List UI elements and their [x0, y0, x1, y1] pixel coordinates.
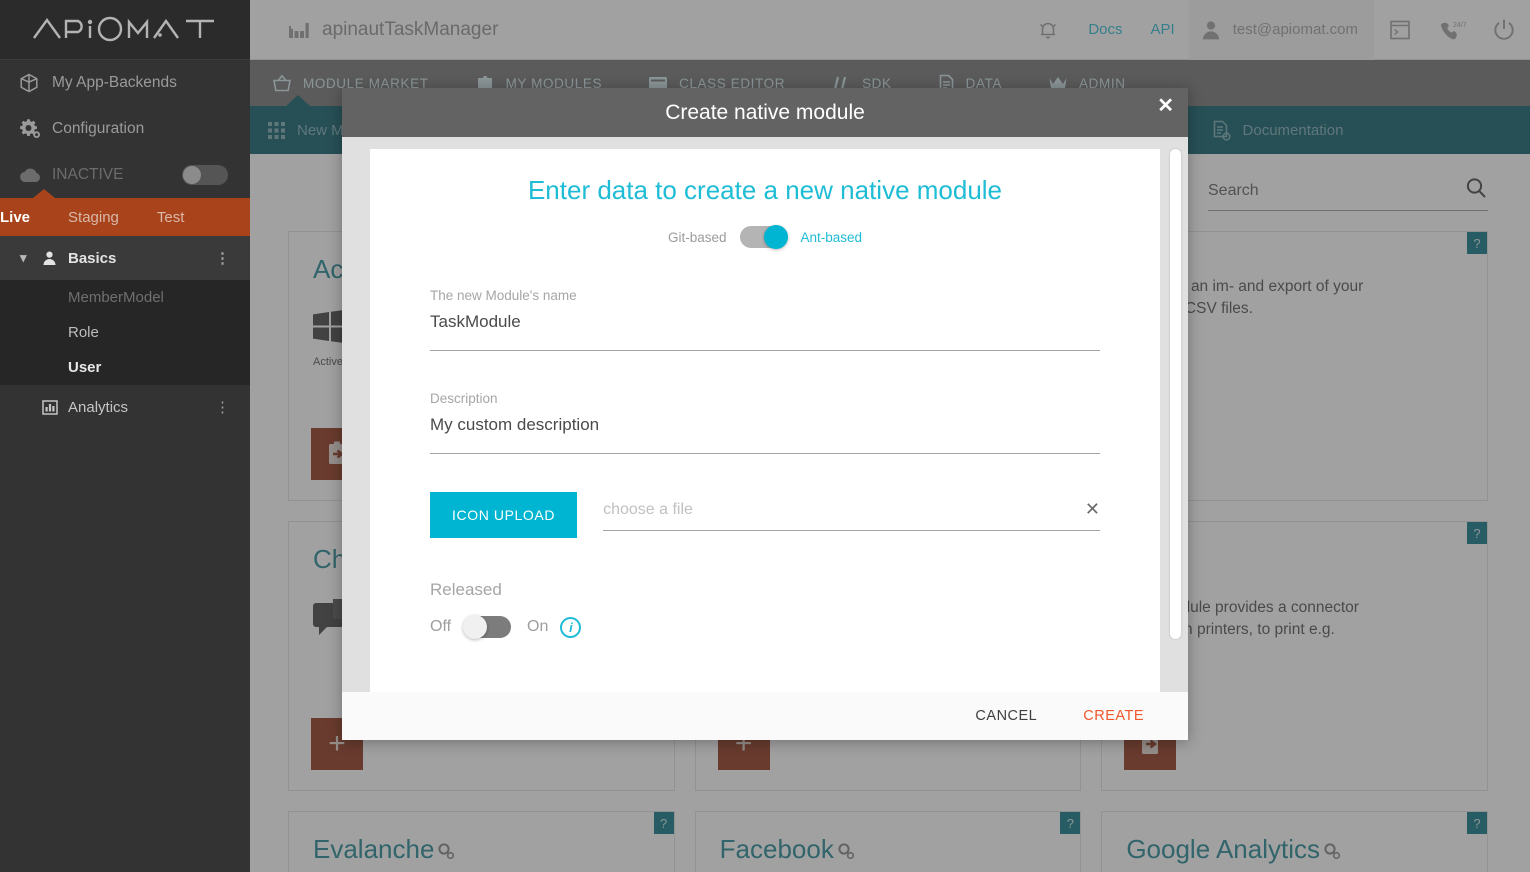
env-tab-live[interactable]: Live: [0, 209, 30, 226]
build-type-toggle[interactable]: [740, 225, 789, 249]
description-input[interactable]: My custom description: [430, 415, 1100, 454]
sidebar-item-user[interactable]: User: [0, 350, 250, 385]
sidebar-item-my-app-backends[interactable]: My App-Backends: [0, 60, 250, 106]
ant-based-label: Ant-based: [800, 229, 863, 245]
clear-file-icon[interactable]: ✕: [1085, 499, 1100, 520]
sidebar-item-label: Basics: [68, 249, 117, 267]
sidebar-item-label: INACTIVE: [52, 166, 124, 183]
sidebar-item-basics[interactable]: ▾ Basics ⋮: [0, 236, 250, 280]
chevron-down-icon: ▾: [20, 250, 27, 265]
released-toggle[interactable]: [463, 615, 512, 639]
form-heading: Enter data to create a new native module: [527, 175, 1003, 205]
info-icon[interactable]: i: [560, 616, 582, 638]
sidebar-item-configuration[interactable]: Configuration: [0, 106, 250, 152]
env-tab-staging[interactable]: Staging: [68, 209, 119, 226]
cloud-icon: [18, 166, 52, 184]
dialog-title: Create native module: [665, 100, 865, 124]
released-toggle-row: Off On i: [430, 615, 1100, 639]
toggle-knob: [764, 225, 789, 249]
dialog-form: Enter data to create a new native module…: [370, 149, 1160, 692]
environment-tabs: Live Staging Test: [0, 189, 250, 236]
file-input-wrap[interactable]: choose a file ✕: [603, 499, 1100, 531]
person-icon: [42, 250, 68, 266]
env-notch: [33, 189, 55, 198]
backend-active-toggle[interactable]: [182, 165, 228, 185]
cancel-button[interactable]: CANCEL: [975, 708, 1037, 724]
sidebar-item-label: Analytics: [68, 398, 129, 416]
kebab-icon[interactable]: ⋮: [215, 249, 230, 267]
icon-upload-button[interactable]: ICON UPLOAD: [430, 492, 578, 538]
kebab-icon[interactable]: ⋮: [215, 398, 230, 416]
released-section: Released Off On i: [430, 580, 1100, 639]
toggle-knob: [463, 615, 488, 639]
released-label: Released: [430, 580, 502, 599]
sidebar: My App-Backends Configuration INACTIVE L…: [0, 0, 250, 872]
build-type-toggle-row: Git-based Ant-based: [430, 225, 1100, 249]
basics-children: MemberModel Role User: [0, 280, 250, 385]
dialog-body: Enter data to create a new native module…: [342, 137, 1188, 692]
apiomat-logo-icon: [33, 16, 214, 41]
create-native-module-dialog: Create native module ✕ Enter data to cre…: [342, 88, 1188, 740]
create-button[interactable]: CREATE: [1083, 708, 1144, 724]
file-input[interactable]: choose a file: [603, 501, 1085, 519]
field-label: Description: [430, 391, 498, 406]
sidebar-item-analytics[interactable]: Analytics ⋮: [0, 385, 250, 429]
cube-icon: [18, 72, 52, 94]
logo[interactable]: [0, 0, 250, 60]
module-name-input[interactable]: TaskModule: [430, 312, 1100, 351]
chart-icon: [42, 399, 68, 415]
sidebar-item-membermodel[interactable]: MemberModel: [0, 280, 250, 315]
released-on-label: On: [527, 618, 549, 635]
dialog-footer: CANCEL CREATE: [342, 692, 1188, 740]
git-based-label: Git-based: [667, 229, 727, 245]
toggle-knob: [183, 166, 201, 184]
released-off-label: Off: [430, 618, 452, 635]
gear-icon: [18, 117, 52, 141]
sidebar-item-label: My App-Backends: [52, 74, 177, 91]
sidebar-item-label: Configuration: [52, 120, 145, 137]
app-root: My App-Backends Configuration INACTIVE L…: [0, 0, 1530, 872]
dialog-scrollbar-thumb[interactable]: [1170, 149, 1181, 639]
module-name-field[interactable]: The new Module's name TaskModule: [430, 288, 1100, 351]
dialog-header: Create native module ✕: [342, 88, 1188, 137]
close-icon[interactable]: ✕: [1157, 96, 1174, 116]
description-field[interactable]: Description My custom description: [430, 391, 1100, 454]
env-tab-test[interactable]: Test: [157, 209, 185, 226]
field-label: The new Module's name: [430, 288, 577, 303]
icon-upload-row: ICON UPLOAD choose a file ✕: [430, 492, 1100, 538]
sidebar-item-role[interactable]: Role: [0, 315, 250, 350]
